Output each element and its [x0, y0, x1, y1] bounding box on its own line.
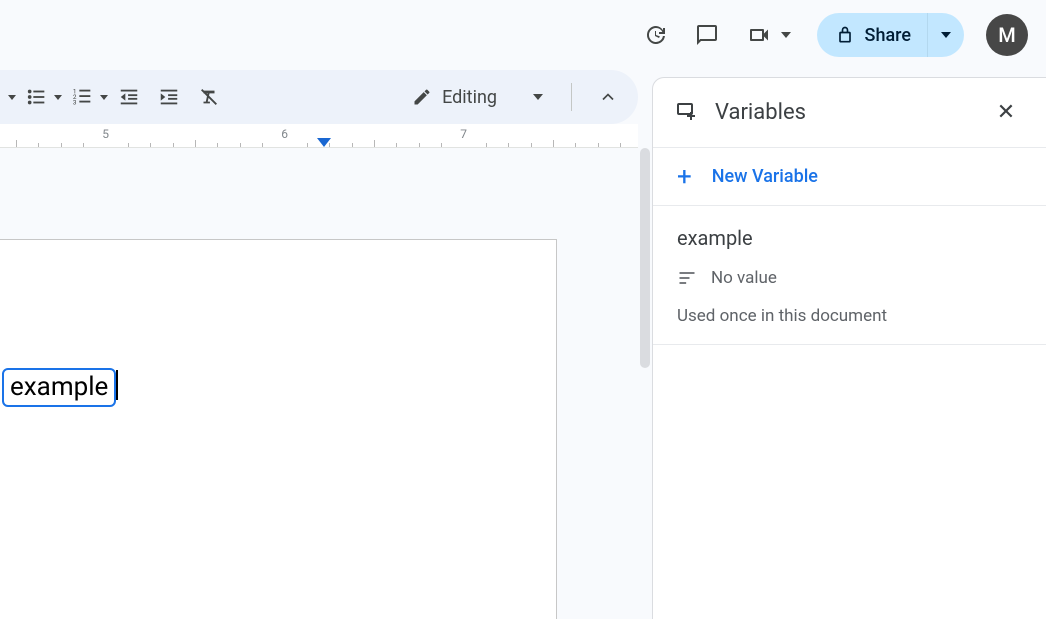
new-variable-row[interactable]: + New Variable [653, 148, 1046, 206]
pencil-icon [412, 87, 432, 107]
notes-icon [677, 268, 697, 288]
share-label: Share [865, 25, 911, 46]
variable-chip-text: example [10, 372, 108, 402]
ruler-label: 6 [281, 127, 288, 141]
account-avatar[interactable]: M [986, 14, 1028, 56]
variable-name: example [677, 226, 1022, 250]
share-dropdown-button[interactable] [928, 32, 964, 38]
variables-icon [675, 99, 699, 127]
meet-button[interactable] [735, 11, 799, 59]
horizontal-ruler[interactable]: 5 6 7 [0, 124, 638, 148]
variable-item[interactable]: example No value Used once in this docum… [653, 206, 1046, 345]
ruler-label: 7 [460, 127, 467, 141]
caret-down-icon[interactable] [8, 95, 16, 100]
share-button-group: Share [817, 13, 964, 57]
variables-panel: Variables ✕ + New Variable example No va… [652, 77, 1046, 619]
share-button[interactable]: Share [817, 25, 927, 46]
caret-down-icon[interactable] [54, 95, 62, 100]
new-variable-label: New Variable [712, 166, 818, 187]
clear-formatting-button[interactable] [194, 81, 224, 113]
vertical-scrollbar[interactable] [638, 148, 652, 619]
variable-chip[interactable]: example [2, 368, 116, 407]
caret-down-icon [533, 94, 543, 100]
decrease-indent-button[interactable] [114, 81, 144, 113]
editing-mode-label: Editing [442, 87, 497, 108]
toolbar-divider [571, 83, 572, 111]
bulleted-list-button[interactable] [22, 81, 52, 113]
document-viewport[interactable]: example [0, 148, 638, 619]
plus-icon: + [677, 167, 692, 187]
first-line-indent-marker[interactable] [317, 138, 331, 147]
comments-button[interactable] [683, 11, 731, 59]
numbered-list-button[interactable]: 123 [68, 81, 98, 113]
scrollbar-thumb[interactable] [640, 148, 650, 368]
lock-icon [835, 25, 855, 45]
history-button[interactable] [631, 11, 679, 59]
toolbar-pill: 123 Editing [0, 70, 638, 124]
editing-mode-selector[interactable]: Editing [402, 77, 553, 117]
toolbar-left-group: 123 [0, 70, 224, 124]
caret-down-icon [781, 32, 791, 38]
close-panel-button[interactable]: ✕ [988, 95, 1024, 131]
panel-header: Variables ✕ [653, 78, 1046, 148]
panel-title: Variables [715, 100, 972, 125]
increase-indent-button[interactable] [154, 81, 184, 113]
svg-text:3: 3 [73, 98, 77, 106]
collapse-toolbar-button[interactable] [590, 79, 626, 115]
avatar-initial: M [998, 23, 1016, 47]
variable-usage-text: Used once in this document [677, 306, 1022, 326]
caret-down-icon[interactable] [100, 95, 108, 100]
variable-value-status: No value [711, 268, 777, 288]
ruler-label: 5 [102, 127, 109, 141]
caret-down-icon [941, 32, 951, 38]
text-cursor [116, 370, 118, 400]
document-page[interactable]: example [0, 239, 557, 619]
app-header: Share M [0, 0, 1046, 70]
variable-value-row: No value [677, 268, 1022, 288]
